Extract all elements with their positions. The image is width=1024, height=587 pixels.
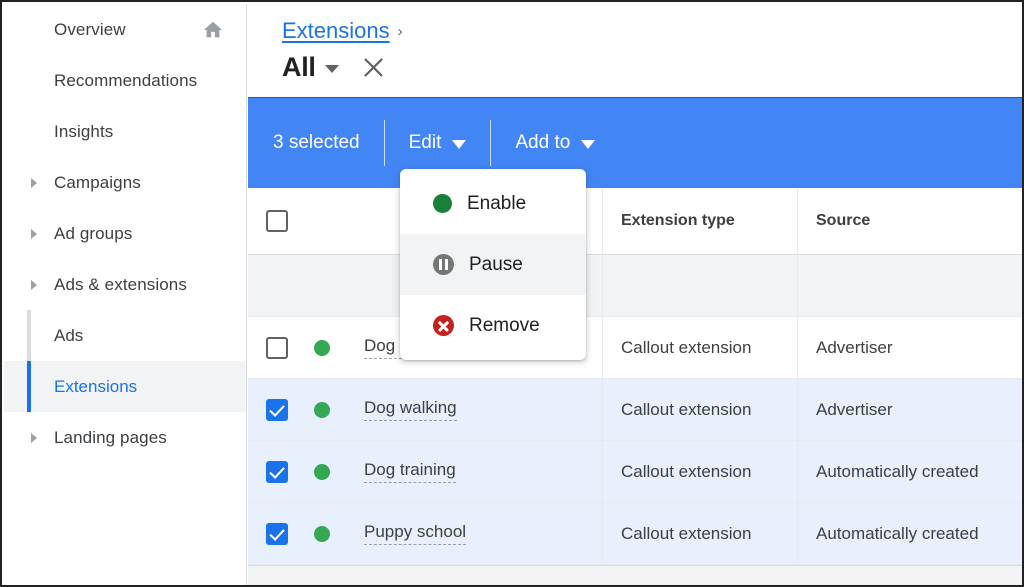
breadcrumb-link-extensions[interactable]: Extensions bbox=[282, 18, 390, 44]
menu-item-label: Pause bbox=[469, 253, 523, 275]
menu-item-remove[interactable]: Remove bbox=[400, 295, 586, 356]
table-row[interactable]: Dog grooming Callout extension Advertise… bbox=[248, 317, 1022, 379]
main-content: Extensions › All 3 selected Edit Add to … bbox=[248, 4, 1022, 585]
edit-dropdown-menu: Enable Pause Remove bbox=[400, 169, 586, 360]
menu-item-label: Remove bbox=[469, 314, 540, 336]
row-checkbox[interactable] bbox=[266, 522, 288, 545]
sidebar-item-ads-and-extensions[interactable]: Ads & extensions bbox=[4, 259, 246, 310]
app-window: Overview Recommendations Insights Campai… bbox=[0, 0, 1024, 587]
status-enabled-icon bbox=[314, 525, 330, 542]
extension-name[interactable]: Dog walking bbox=[364, 398, 457, 421]
sidebar-item-extensions[interactable]: Extensions bbox=[4, 361, 246, 412]
table-row[interactable]: Dog training Callout extension Automatic… bbox=[248, 441, 1022, 503]
row-source: Advertiser bbox=[797, 379, 1022, 440]
row-extension-type: Callout extension bbox=[602, 379, 797, 440]
edit-button-label: Edit bbox=[408, 132, 442, 153]
row-checkbox[interactable] bbox=[266, 398, 288, 421]
chevron-down-icon bbox=[581, 139, 596, 149]
row-source: Advertiser bbox=[797, 317, 1022, 378]
breadcrumb-separator-icon: › bbox=[397, 22, 403, 40]
sidebar-item-ad-groups[interactable]: Ad groups bbox=[4, 208, 246, 259]
sidebar-item-label: Ad groups bbox=[54, 223, 133, 243]
scope-selector-row: All bbox=[282, 46, 1022, 88]
row-checkbox-cell[interactable] bbox=[248, 441, 306, 502]
row-name-cell[interactable]: Dog walking bbox=[346, 379, 602, 440]
subtotal-source-cell bbox=[797, 255, 1022, 316]
sidebar-item-label: Landing pages bbox=[54, 427, 167, 447]
sidebar-item-label: Campaigns bbox=[54, 172, 141, 192]
header-extension-type[interactable]: Extension type bbox=[602, 188, 797, 254]
breadcrumb: Extensions › bbox=[282, 16, 1022, 46]
sidebar-item-label: Insights bbox=[54, 121, 114, 141]
table-row[interactable]: Puppy school Callout extension Automatic… bbox=[248, 503, 1022, 565]
header-status-cell bbox=[306, 188, 346, 254]
status-enabled-icon bbox=[314, 339, 330, 356]
sidebar-item-insights[interactable]: Insights bbox=[4, 106, 246, 157]
chevron-down-icon[interactable] bbox=[324, 64, 339, 73]
row-name-cell[interactable]: Dog training bbox=[346, 441, 602, 502]
status-enabled-icon bbox=[314, 463, 330, 480]
sidebar-item-label: Recommendations bbox=[54, 70, 198, 90]
row-status-cell bbox=[306, 317, 346, 378]
row-name-cell[interactable]: Puppy school bbox=[346, 503, 602, 564]
sidebar-item-label: Ads bbox=[54, 325, 84, 345]
header-source[interactable]: Source bbox=[797, 188, 1022, 254]
table-footer-strip bbox=[248, 565, 1022, 585]
sidebar-item-landing-pages[interactable]: Landing pages bbox=[4, 412, 246, 463]
status-enabled-icon bbox=[314, 401, 330, 418]
row-extension-type: Callout extension bbox=[602, 317, 797, 378]
pause-gray-icon bbox=[433, 254, 454, 275]
sidebar: Overview Recommendations Insights Campai… bbox=[4, 4, 247, 585]
extensions-table: Extension type Source Account Dog groomi… bbox=[248, 188, 1022, 585]
subtotal-type-cell bbox=[602, 255, 797, 316]
menu-item-pause[interactable]: Pause bbox=[400, 234, 586, 295]
edit-menu-button[interactable]: Edit bbox=[385, 120, 491, 166]
table-row[interactable]: Dog walking Callout extension Advertiser bbox=[248, 379, 1022, 441]
sidebar-rail bbox=[27, 310, 31, 361]
row-checkbox[interactable] bbox=[266, 460, 288, 483]
sidebar-item-label: Ads & extensions bbox=[54, 274, 187, 294]
sidebar-item-campaigns[interactable]: Campaigns bbox=[4, 157, 246, 208]
row-source: Automatically created bbox=[797, 441, 1022, 502]
page-title: All bbox=[282, 51, 316, 82]
sidebar-item-overview[interactable]: Overview bbox=[4, 4, 246, 55]
row-extension-type: Callout extension bbox=[602, 503, 797, 564]
menu-item-label: Enable bbox=[467, 192, 527, 214]
row-source: Automatically created bbox=[797, 503, 1022, 564]
sidebar-item-ads[interactable]: Ads bbox=[4, 310, 246, 361]
extension-name[interactable]: Dog training bbox=[364, 460, 456, 483]
chevron-down-icon bbox=[452, 139, 467, 149]
sidebar-item-recommendations[interactable]: Recommendations bbox=[4, 55, 246, 106]
close-icon[interactable] bbox=[360, 54, 387, 81]
row-status-cell bbox=[306, 441, 346, 502]
extension-name[interactable]: Puppy school bbox=[364, 522, 467, 545]
home-icon bbox=[202, 19, 224, 41]
table-header-row: Extension type Source bbox=[248, 188, 1022, 255]
row-status-cell bbox=[306, 503, 346, 564]
sidebar-rail-active bbox=[27, 361, 31, 412]
menu-item-enable[interactable]: Enable bbox=[400, 173, 586, 234]
row-extension-type: Callout extension bbox=[602, 441, 797, 502]
row-checkbox-cell[interactable] bbox=[248, 503, 306, 564]
selection-count: 3 selected bbox=[273, 120, 384, 166]
select-all-checkbox[interactable] bbox=[266, 210, 288, 232]
add-to-button-label: Add to bbox=[515, 132, 571, 153]
select-all-checkbox-cell[interactable] bbox=[248, 188, 306, 254]
row-checkbox[interactable] bbox=[266, 336, 288, 359]
sidebar-item-label: Overview bbox=[54, 19, 126, 39]
remove-red-x-icon bbox=[433, 315, 454, 336]
row-status-cell bbox=[306, 379, 346, 440]
bulk-action-bar: 3 selected Edit Add to bbox=[248, 97, 1022, 188]
row-checkbox-cell[interactable] bbox=[248, 317, 306, 378]
selection-count-label: 3 selected bbox=[273, 132, 360, 153]
table-subtotal-row: Account bbox=[248, 255, 1022, 317]
enable-green-dot-icon bbox=[433, 194, 452, 213]
sidebar-item-label: Extensions bbox=[54, 376, 138, 396]
row-checkbox-cell[interactable] bbox=[248, 379, 306, 440]
page-header: Extensions › All bbox=[248, 4, 1022, 97]
add-to-menu-button[interactable]: Add to bbox=[491, 120, 619, 166]
